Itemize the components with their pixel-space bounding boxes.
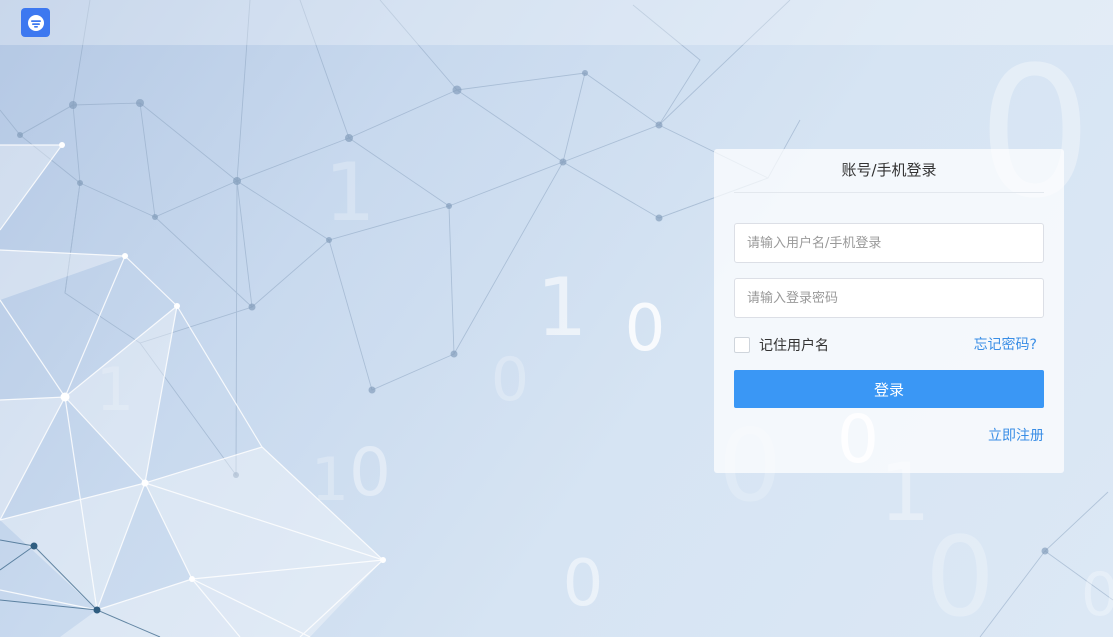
svg-text:0: 0 bbox=[491, 345, 529, 415]
login-panel: 账号/手机登录 记住用户名 忘记密码? 登录 立即注册 bbox=[714, 149, 1064, 473]
remember-checkbox[interactable] bbox=[734, 337, 750, 353]
svg-text:0: 0 bbox=[1081, 560, 1113, 630]
svg-text:0: 0 bbox=[925, 513, 995, 637]
register-link[interactable]: 立即注册 bbox=[988, 425, 1044, 445]
svg-text:1: 1 bbox=[325, 146, 376, 239]
top-bar bbox=[0, 0, 1113, 45]
username-input[interactable] bbox=[734, 223, 1044, 263]
remember-label: 记住用户名 bbox=[759, 338, 829, 354]
svg-text:0: 0 bbox=[563, 547, 604, 621]
login-title: 账号/手机登录 bbox=[734, 149, 1044, 193]
logo-glyph-icon bbox=[27, 14, 44, 31]
remember-username-option[interactable]: 记住用户名 bbox=[734, 336, 829, 354]
svg-text:0: 0 bbox=[349, 434, 391, 511]
app-logo-icon[interactable] bbox=[21, 8, 50, 37]
svg-text:1: 1 bbox=[96, 355, 134, 425]
svg-text:1: 1 bbox=[311, 445, 349, 515]
password-input[interactable] bbox=[734, 278, 1044, 318]
forgot-password-link[interactable]: 忘记密码? bbox=[974, 334, 1037, 354]
login-button[interactable]: 登录 bbox=[734, 370, 1044, 408]
svg-text:0: 0 bbox=[625, 292, 666, 366]
svg-text:1: 1 bbox=[537, 261, 588, 354]
